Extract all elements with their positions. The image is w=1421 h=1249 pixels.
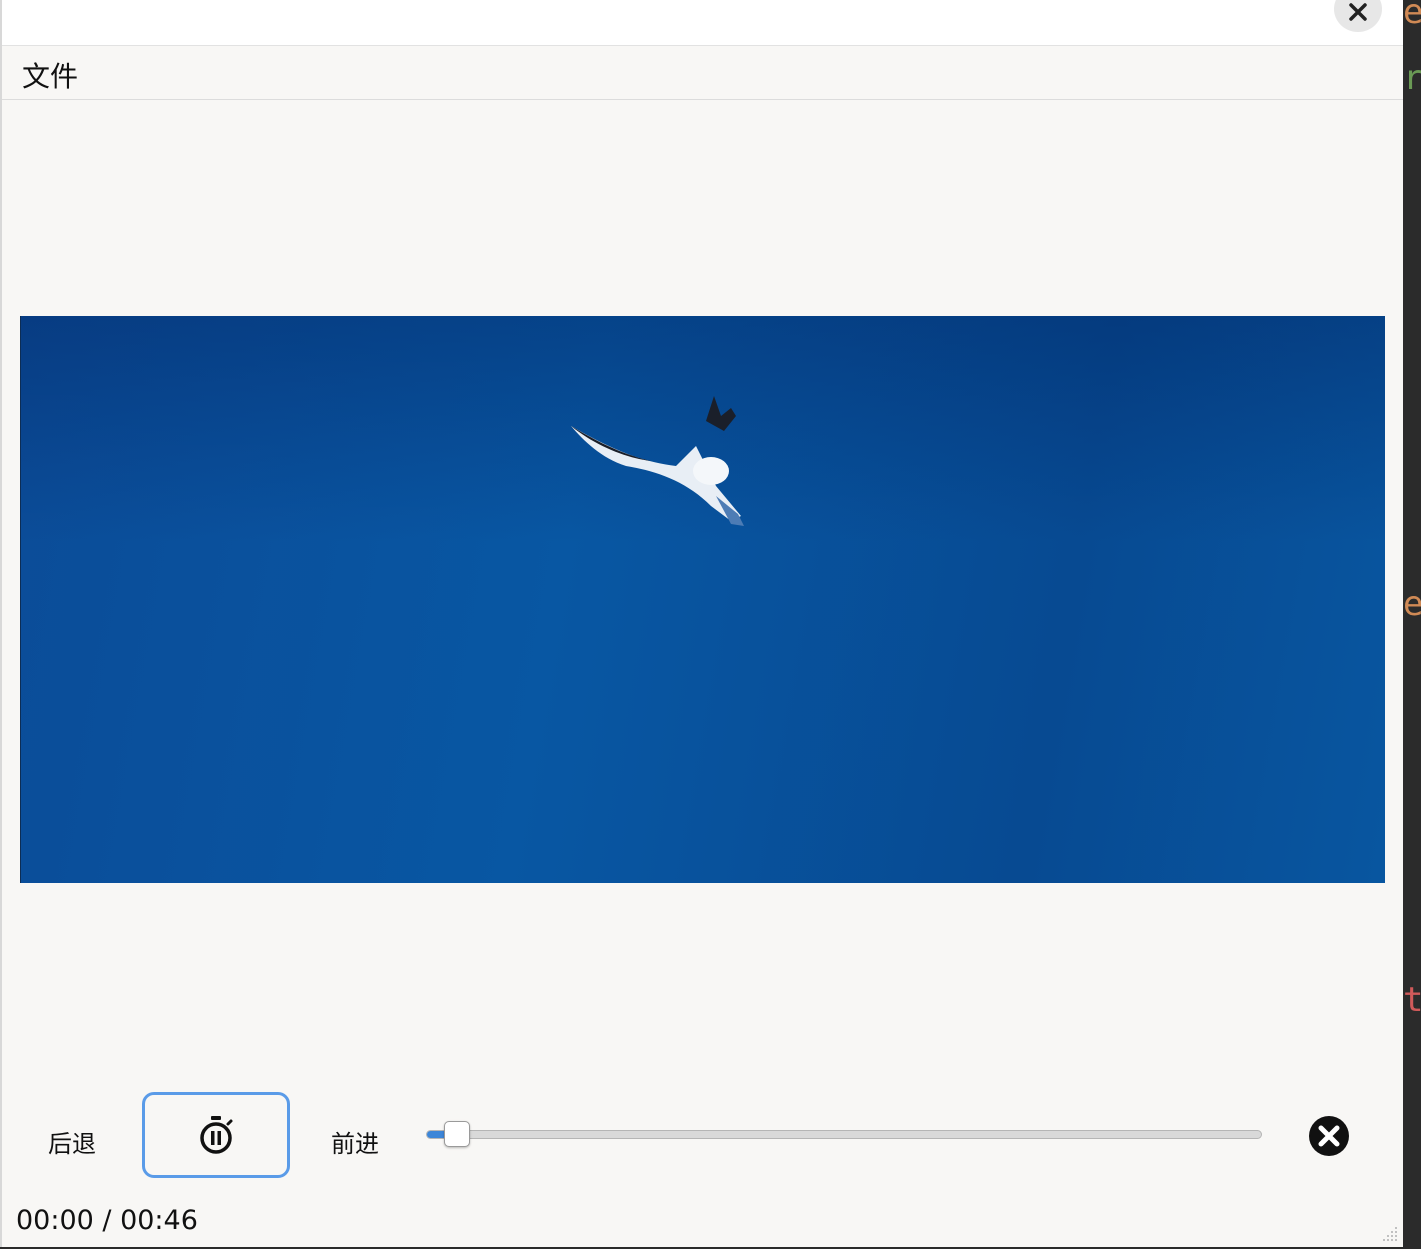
pause-timer-icon — [200, 1116, 233, 1154]
back-button[interactable]: 后退 — [48, 1124, 96, 1159]
bird-image — [571, 396, 744, 526]
video-frame[interactable] — [20, 316, 1385, 883]
pause-button[interactable] — [142, 1092, 290, 1178]
playback-controls: 后退 前进 — [2, 1090, 1403, 1190]
window-close-button[interactable] — [1334, 0, 1382, 32]
editor-glyph: t — [1403, 980, 1421, 1020]
stop-button[interactable] — [1308, 1115, 1350, 1157]
close-icon — [1349, 3, 1367, 21]
time-readout: 00:00 / 00:46 — [16, 1205, 198, 1236]
resize-grip-icon[interactable] — [1381, 1225, 1399, 1243]
progress-slider[interactable] — [426, 1121, 1262, 1147]
menu-file[interactable]: 文件 — [22, 55, 78, 95]
editor-glyph: e — [1403, 584, 1421, 624]
video-player-window: 文件 后退 前进 00:00 / 00:46 — [0, 0, 1403, 1247]
progress-thumb[interactable] — [444, 1121, 471, 1147]
title-bar — [2, 0, 1403, 46]
background-editor: e r e t — [1403, 0, 1421, 1249]
forward-button[interactable]: 前进 — [331, 1124, 379, 1159]
editor-glyph: e — [1403, 0, 1421, 32]
stop-circle-icon — [1309, 1116, 1349, 1156]
menu-bar: 文件 — [2, 46, 1403, 100]
editor-glyph: r — [1403, 58, 1421, 98]
